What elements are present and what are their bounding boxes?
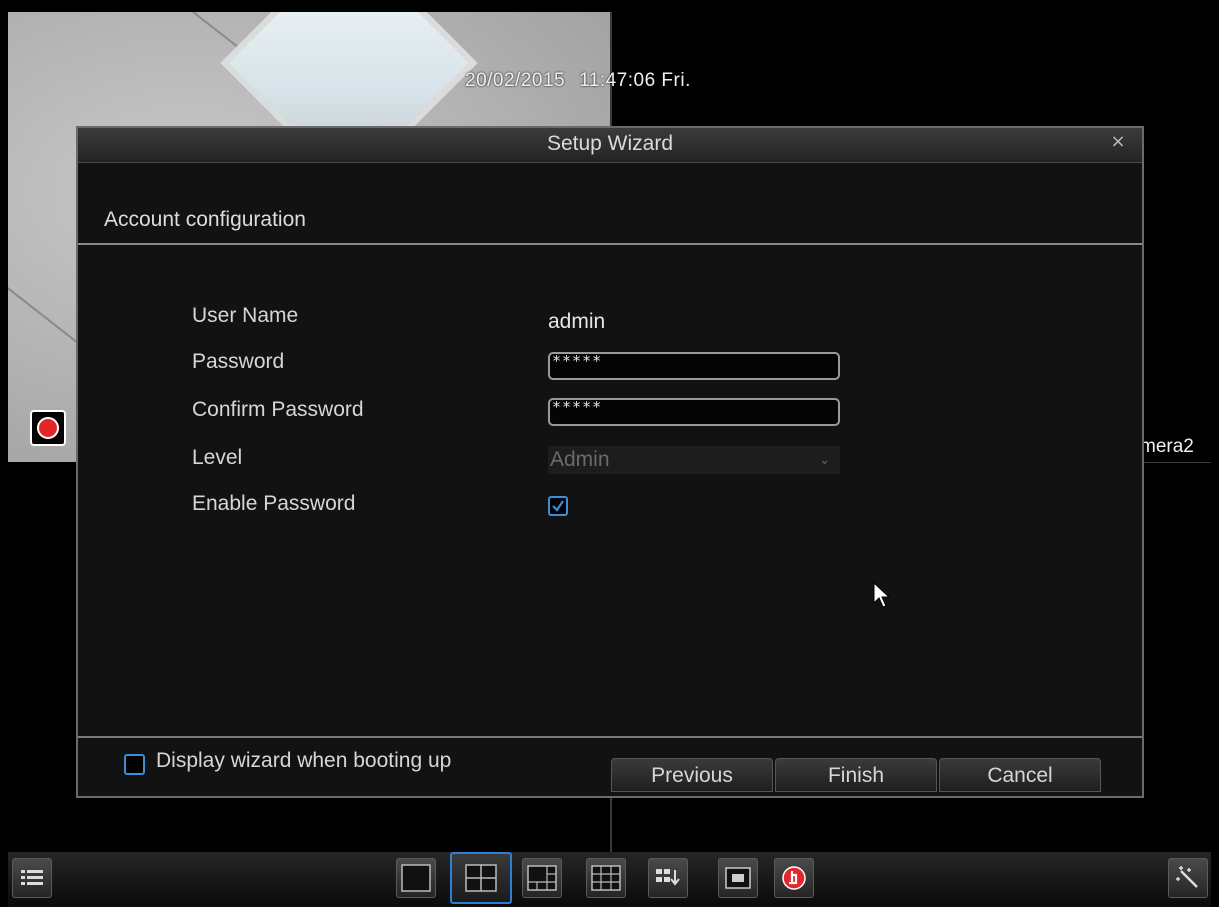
enable-password-label: Enable Password: [192, 492, 356, 515]
checkmark-icon: [552, 500, 564, 512]
section-divider: [78, 243, 1142, 245]
menu-icon[interactable]: [12, 858, 52, 898]
close-icon[interactable]: ×: [1108, 132, 1128, 152]
mouse-cursor-icon: [873, 582, 891, 608]
confirm-password-label: Confirm Password: [192, 398, 364, 421]
setup-wizard-dialog: Setup Wizard × Account configuration Use…: [76, 126, 1144, 798]
camera-2-label: mera2: [1140, 436, 1194, 457]
level-value: Admin: [550, 448, 610, 471]
layout-9-icon[interactable]: [586, 858, 626, 898]
password-field[interactable]: *****: [548, 352, 840, 380]
section-title: Account configuration: [104, 208, 306, 231]
dialog-title: Setup Wizard: [546, 132, 674, 155]
cancel-button[interactable]: Cancel: [939, 758, 1101, 792]
sequence-icon[interactable]: [648, 858, 688, 898]
display-wizard-checkbox[interactable]: [124, 754, 145, 775]
level-select: Admin ⌄: [548, 446, 840, 474]
layout-1-icon[interactable]: [396, 858, 436, 898]
display-wizard-label[interactable]: Display wizard when booting up: [156, 749, 451, 773]
previous-button[interactable]: Previous: [611, 758, 773, 792]
finish-button[interactable]: Finish: [775, 758, 937, 792]
level-label: Level: [192, 446, 243, 469]
layout-6-icon[interactable]: [522, 858, 562, 898]
pip-icon[interactable]: [718, 858, 758, 898]
password-label: Password: [192, 350, 285, 373]
taskbar: [8, 852, 1211, 907]
enable-password-checkbox[interactable]: [548, 496, 568, 516]
manual-record-icon[interactable]: [774, 858, 814, 898]
osd-time: 11:47:06 Fri.: [579, 70, 691, 91]
confirm-password-field[interactable]: *****: [548, 398, 840, 426]
dialog-titlebar[interactable]: Setup Wizard ×: [78, 128, 1142, 163]
record-indicator-icon: [30, 410, 66, 446]
user-name-value: admin: [548, 310, 606, 333]
osd-datetime: 20/02/2015 11:47:06 Fri.: [465, 70, 691, 92]
osd-date: 20/02/2015: [465, 70, 566, 91]
wizard-icon[interactable]: [1168, 858, 1208, 898]
layout-4-icon[interactable]: [450, 852, 512, 904]
chevron-down-icon: ⌄: [819, 452, 830, 467]
footer-divider: [78, 736, 1142, 738]
user-name-label: User Name: [192, 304, 299, 327]
